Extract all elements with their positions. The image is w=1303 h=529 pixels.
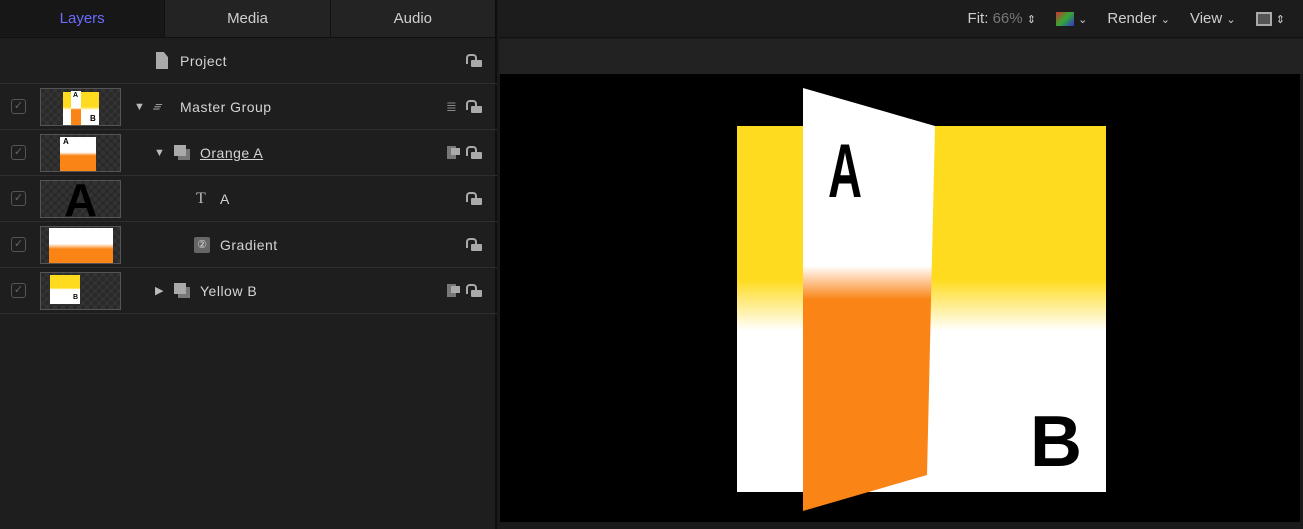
stepper-icon: ⇕ <box>1275 14 1285 26</box>
lock-icon[interactable] <box>466 53 483 68</box>
color-channels-icon <box>1055 12 1074 27</box>
canvas-scene: B A <box>737 88 1106 511</box>
layer-row-text-a[interactable]: ✓ A T A <box>0 176 497 222</box>
layers-panel: Layers Media Audio Project ✓ B A ▼ ≡ Mas… <box>0 0 497 529</box>
viewer-header-strip <box>499 39 1303 74</box>
panel-tabs: Layers Media Audio <box>0 0 495 38</box>
tab-media[interactable]: Media <box>164 0 330 37</box>
enable-checkbox[interactable]: ✓ <box>11 191 26 206</box>
generator-icon: ② <box>194 236 210 253</box>
layer-name: A <box>220 190 230 207</box>
group-icon <box>174 145 190 160</box>
disclosure-triangle-expanded-icon[interactable]: ▼ <box>134 101 145 113</box>
layer-thumbnail: A <box>40 133 121 172</box>
lock-icon[interactable] <box>466 283 483 298</box>
viewer-toolbar: Fit: 66% ⇕ ⌄ Render ⌄ View ⌄ ⇕ <box>499 0 1303 38</box>
orange-a-layer[interactable] <box>803 88 935 511</box>
layer-name: Master Group <box>180 98 272 115</box>
enable-checkbox[interactable]: ✓ <box>11 145 26 160</box>
tab-audio[interactable]: Audio <box>329 0 495 37</box>
view-menu[interactable]: View ⌄ <box>1190 10 1236 27</box>
channels-menu[interactable]: ⌄ <box>1055 10 1088 27</box>
fit-zoom-control[interactable]: Fit: 66% ⇕ <box>968 10 1036 27</box>
canvas-viewer[interactable]: B A <box>500 74 1300 522</box>
render-menu[interactable]: Render ⌄ <box>1107 10 1170 27</box>
group-type-icon <box>447 146 461 159</box>
group-icon <box>174 283 190 298</box>
group-type-icon <box>447 284 461 297</box>
layer-row-orange-a[interactable]: ✓ A ▼ Orange A <box>0 130 497 176</box>
tab-layers[interactable]: Layers <box>0 0 165 37</box>
layer-thumbnail: B A <box>40 87 121 126</box>
render-label: Render <box>1107 10 1157 27</box>
group-stack-icon: ≡ <box>149 99 166 114</box>
layout-icon <box>1255 12 1272 27</box>
fit-value: 66% <box>992 10 1023 27</box>
chevron-down-icon: ⌄ <box>1226 14 1236 26</box>
layer-thumbnail: A <box>40 179 121 218</box>
enable-checkbox[interactable]: ✓ <box>11 283 26 298</box>
chevron-down-icon: ⌄ <box>1160 14 1170 26</box>
layer-thumbnail: B <box>40 271 121 310</box>
enable-checkbox[interactable]: ✓ <box>11 237 26 252</box>
layout-menu[interactable]: ⇕ <box>1255 10 1285 27</box>
text-icon: T <box>196 189 206 207</box>
disclosure-triangle-collapsed-icon[interactable]: ▶ <box>155 284 163 297</box>
layer-name: Gradient <box>220 236 278 253</box>
layer-row-master-group[interactable]: ✓ B A ▼ ≡ Master Group ≣ <box>0 84 497 130</box>
layer-name: Orange A <box>200 144 264 161</box>
lock-icon[interactable] <box>466 99 483 114</box>
lock-icon[interactable] <box>466 237 483 252</box>
lock-icon[interactable] <box>466 191 483 206</box>
layer-name: Project <box>180 52 228 69</box>
layer-thumbnail <box>40 225 121 264</box>
fit-label: Fit: <box>967 10 989 27</box>
layer-row-yellow-b[interactable]: ✓ B ▶ Yellow B <box>0 268 497 314</box>
chevron-down-icon: ⌄ <box>1078 14 1088 26</box>
layers-stack-icon: ≣ <box>446 98 457 114</box>
layer-row-project[interactable]: Project <box>0 38 497 84</box>
letter-a: A <box>828 130 862 214</box>
document-icon <box>156 52 168 69</box>
stepper-icon: ⇕ <box>1026 14 1036 26</box>
view-label: View <box>1189 10 1223 27</box>
enable-checkbox[interactable]: ✓ <box>11 99 26 114</box>
layer-name: Yellow B <box>200 282 258 299</box>
disclosure-triangle-expanded-icon[interactable]: ▼ <box>154 147 165 159</box>
lock-icon[interactable] <box>466 145 483 160</box>
layer-row-gradient[interactable]: ✓ ② Gradient <box>0 222 497 268</box>
letter-b: B <box>1030 402 1082 482</box>
